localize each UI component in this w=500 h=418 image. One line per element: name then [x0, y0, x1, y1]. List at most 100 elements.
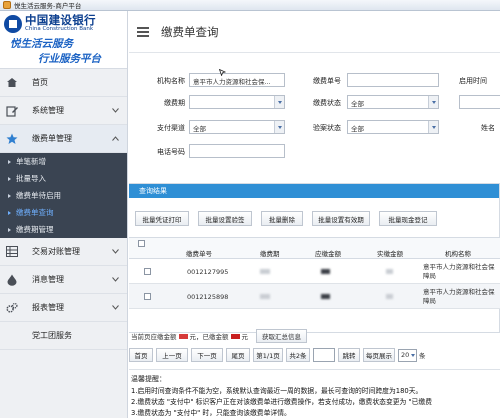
- pagination: 首页 上一页 下一页 尾页 第1/1页 共2条 跳转 每页展示 20 条: [129, 348, 429, 362]
- col-bill-no: 缴费单号: [186, 250, 212, 258]
- org-label: 机构名称: [157, 77, 185, 85]
- next-page-button[interactable]: 下一页: [191, 348, 223, 362]
- prev-page-button[interactable]: 上一页: [156, 348, 188, 362]
- submenu-item-batch-import[interactable]: 批量导入: [0, 170, 127, 187]
- bullet-icon: [8, 176, 11, 181]
- sidebar-item-label: 缴费单管理: [32, 134, 72, 143]
- batch-delete-button[interactable]: 批量删除: [261, 211, 303, 226]
- tips-title: 温馨提醒：: [131, 375, 166, 383]
- results-header: 查询结果: [129, 184, 499, 198]
- home-icon: [6, 77, 18, 89]
- chevron-down-icon: [112, 247, 119, 256]
- jump-button[interactable]: 跳转: [338, 348, 360, 362]
- batch-verify-button[interactable]: 批量设置验签: [198, 211, 252, 226]
- window-title: 悦生活云服务-商户平台: [14, 2, 82, 10]
- submenu-item-period[interactable]: 缴费期管理: [0, 221, 127, 238]
- phone-label: 电话号码: [157, 148, 185, 156]
- summary-suffix: 元: [241, 333, 249, 341]
- sidebar-item-label: 报表管理: [32, 303, 64, 312]
- app-icon: [3, 1, 11, 9]
- chevron-down-icon: [112, 106, 119, 115]
- submenu-label: 批量导入: [16, 174, 46, 183]
- sidebar-item-label: 消息管理: [32, 275, 64, 284]
- sidebar-item-label: 党工团服务: [32, 331, 72, 340]
- gears-icon: [6, 302, 18, 314]
- chevron-down-icon: [428, 96, 438, 108]
- per-page-select[interactable]: 20: [398, 348, 417, 362]
- org-input[interactable]: 意平市人力资源和社会保...: [189, 73, 285, 87]
- channel-select[interactable]: 全部: [189, 120, 285, 134]
- table-row[interactable]: 0012125898 意平市人力资源和社会保障局: [129, 284, 500, 309]
- redacted-period: [260, 269, 270, 274]
- row-checkbox[interactable]: [144, 268, 151, 275]
- jump-page-input[interactable]: [313, 348, 335, 362]
- brand-slogan-2: 行业服务平台: [38, 53, 101, 65]
- phone-input[interactable]: [189, 144, 285, 158]
- bullet-icon: [8, 193, 11, 198]
- menu-toggle-icon[interactable]: [137, 26, 149, 37]
- page-info: 第1/1页: [253, 348, 283, 362]
- redacted-paid: [386, 269, 393, 274]
- due-amount-redacted: [178, 333, 188, 339]
- batch-actions: 批量凭证打印 批量设置验签 批量删除 批量设置有效期 批量现金登记: [135, 211, 446, 226]
- submenu-label: 单笔新增: [16, 157, 46, 166]
- batch-validity-button[interactable]: 批量设置有效期: [312, 211, 370, 226]
- channel-value: 全部: [193, 125, 206, 133]
- get-summary-button[interactable]: 获取汇总信息: [256, 329, 307, 343]
- chevron-down-icon: [112, 275, 119, 284]
- redacted-due: [321, 294, 330, 299]
- sidebar-item-party-services[interactable]: 党工团服务: [0, 322, 127, 350]
- select-all-checkbox[interactable]: [138, 240, 145, 247]
- grid-icon: [6, 246, 18, 258]
- query-form: 机构名称 意平市人力资源和社会保... 缴费单号 启用时间 缴费期 缴费状态 全…: [129, 68, 500, 176]
- first-page-button[interactable]: 首页: [129, 348, 153, 362]
- cell-org: 意平市人力资源和社会保障局: [423, 288, 495, 305]
- table-row[interactable]: 0012127995 意平市人力资源和社会保障局: [129, 259, 500, 284]
- results-table: 缴费单号 缴费期 应缴金额 实缴金额 机构名称 0012127995 意平市人力…: [129, 237, 500, 309]
- paid-amount-redacted: [230, 333, 240, 339]
- bullet-icon: [8, 210, 11, 215]
- bank-name-cn: 中国建设银行: [25, 13, 96, 27]
- bill-no-input[interactable]: [347, 73, 439, 87]
- batch-print-button[interactable]: 批量凭证打印: [135, 211, 189, 226]
- total-count: 共2条: [286, 348, 310, 362]
- cell-bill-no: 0012127995: [187, 268, 229, 276]
- pay-status-select[interactable]: 全部: [347, 95, 439, 109]
- per-page-unit: 条: [419, 352, 426, 360]
- col-due: 应缴金额: [315, 250, 341, 258]
- chevron-down-icon: [411, 353, 415, 357]
- ccb-logo-icon: [4, 14, 22, 33]
- submenu-label: 缴费期管理: [16, 225, 54, 234]
- submenu-item-single-add[interactable]: 单笔新增: [0, 153, 127, 170]
- bill-no-label: 缴费单号: [313, 77, 341, 85]
- results-panel: 查询结果 批量凭证打印 批量设置验签 批量删除 批量设置有效期 批量现金登记 缴…: [129, 183, 500, 333]
- sidebar: 中国建设银行 China Construction Bank 悦生活云服务 行业…: [0, 11, 128, 418]
- submenu-item-query[interactable]: 缴费单查询: [0, 204, 127, 221]
- verify-status-select[interactable]: 全部: [347, 120, 439, 134]
- cursor-icon: [218, 68, 227, 78]
- cell-org: 意平市人力资源和社会保障局: [423, 263, 495, 280]
- chevron-up-icon: [112, 134, 119, 143]
- enable-time-input[interactable]: [459, 95, 500, 109]
- last-page-button[interactable]: 尾页: [226, 348, 250, 362]
- name-label: 姓名: [481, 124, 495, 132]
- sidebar-item-reconcile[interactable]: 交易对账管理: [0, 238, 127, 266]
- brand-slogan-1: 悦生活云服务: [10, 38, 73, 50]
- sidebar-item-system[interactable]: 系统管理: [0, 97, 127, 125]
- pay-status-label: 缴费状态: [313, 99, 341, 107]
- sidebar-item-reports[interactable]: 报表管理: [0, 294, 127, 322]
- period-select[interactable]: [189, 95, 285, 109]
- page-title: 缴费单查询: [161, 24, 219, 39]
- bank-logo-row: 中国建设银行 China Construction Bank: [4, 14, 96, 33]
- sidebar-item-bills[interactable]: 缴费单管理: [0, 125, 127, 153]
- summary-mid: 元，已缴金额: [189, 333, 229, 341]
- submenu-label: 缴费单待启用: [16, 191, 61, 200]
- redacted-paid: [386, 294, 393, 299]
- table-header: 缴费单号 缴费期 应缴金额 实缴金额 机构名称: [129, 237, 500, 259]
- pay-status-value: 全部: [351, 100, 364, 108]
- submenu-item-pending[interactable]: 缴费单待启用: [0, 187, 127, 204]
- sidebar-item-home[interactable]: 首页: [0, 69, 127, 97]
- row-checkbox[interactable]: [144, 293, 151, 300]
- batch-cash-button[interactable]: 批量现金登记: [379, 211, 437, 226]
- sidebar-item-messages[interactable]: 消息管理: [0, 266, 127, 294]
